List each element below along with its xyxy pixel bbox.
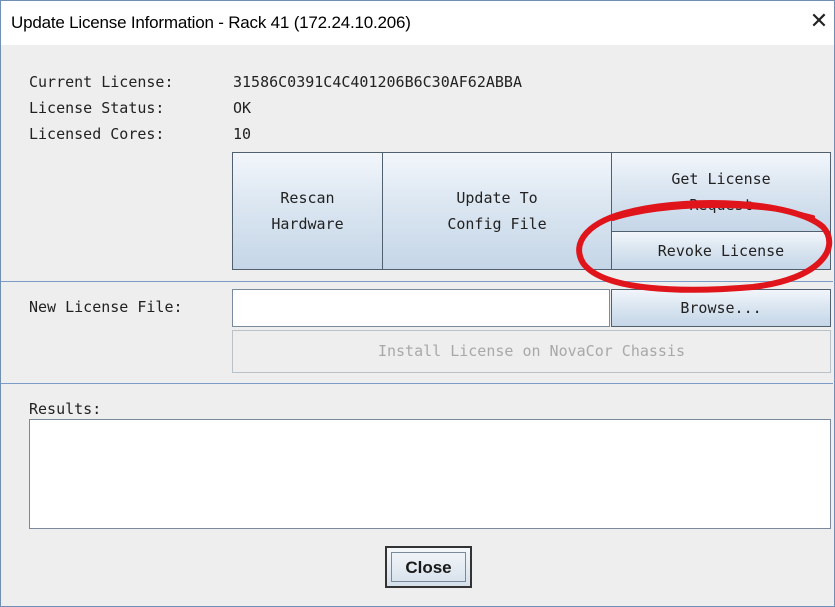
license-dialog: Update License Information - Rack 41 (17… <box>0 0 835 607</box>
revoke-license-button[interactable]: Revoke License <box>611 231 831 270</box>
get-request-line2: Request <box>689 196 753 214</box>
install-license-button[interactable]: Install License on NovaCor Chassis <box>232 330 831 373</box>
licensed-cores-value: 10 <box>233 125 252 143</box>
close-icon[interactable]: ✕ <box>806 9 832 35</box>
current-license-value: 31586C0391C4C401206B6C30AF62ABBA <box>233 73 522 91</box>
close-button-label: Close <box>391 552 466 582</box>
rescan-hardware-button[interactable]: Rescan Hardware <box>232 152 383 270</box>
rescan-line1: Rescan <box>280 189 335 207</box>
get-license-request-button[interactable]: Get License Request <box>611 152 831 232</box>
dialog-title: Update License Information - Rack 41 (17… <box>11 13 411 32</box>
rescan-line2: Hardware <box>271 215 344 233</box>
separator-bottom <box>1 383 833 384</box>
browse-label: Browse... <box>680 299 762 317</box>
separator-top <box>1 281 833 282</box>
update-to-config-button[interactable]: Update To Config File <box>382 152 612 270</box>
browse-button[interactable]: Browse... <box>611 289 831 327</box>
license-status-label: License Status: <box>29 99 165 117</box>
title-bar: Update License Information - Rack 41 (17… <box>1 1 834 45</box>
current-license-label: Current License: <box>29 73 174 91</box>
licensed-cores-label: Licensed Cores: <box>29 125 165 143</box>
results-textarea[interactable] <box>29 419 831 529</box>
update-line1: Update To <box>456 189 538 207</box>
new-license-file-label: New License File: <box>29 298 183 316</box>
get-request-line1: Get License <box>671 170 771 188</box>
update-line2: Config File <box>447 215 547 233</box>
new-license-file-input[interactable] <box>232 289 610 327</box>
license-status-value: OK <box>233 99 252 117</box>
close-button[interactable]: Close <box>385 546 472 588</box>
results-label: Results: <box>29 400 102 418</box>
revoke-label: Revoke License <box>657 241 785 260</box>
